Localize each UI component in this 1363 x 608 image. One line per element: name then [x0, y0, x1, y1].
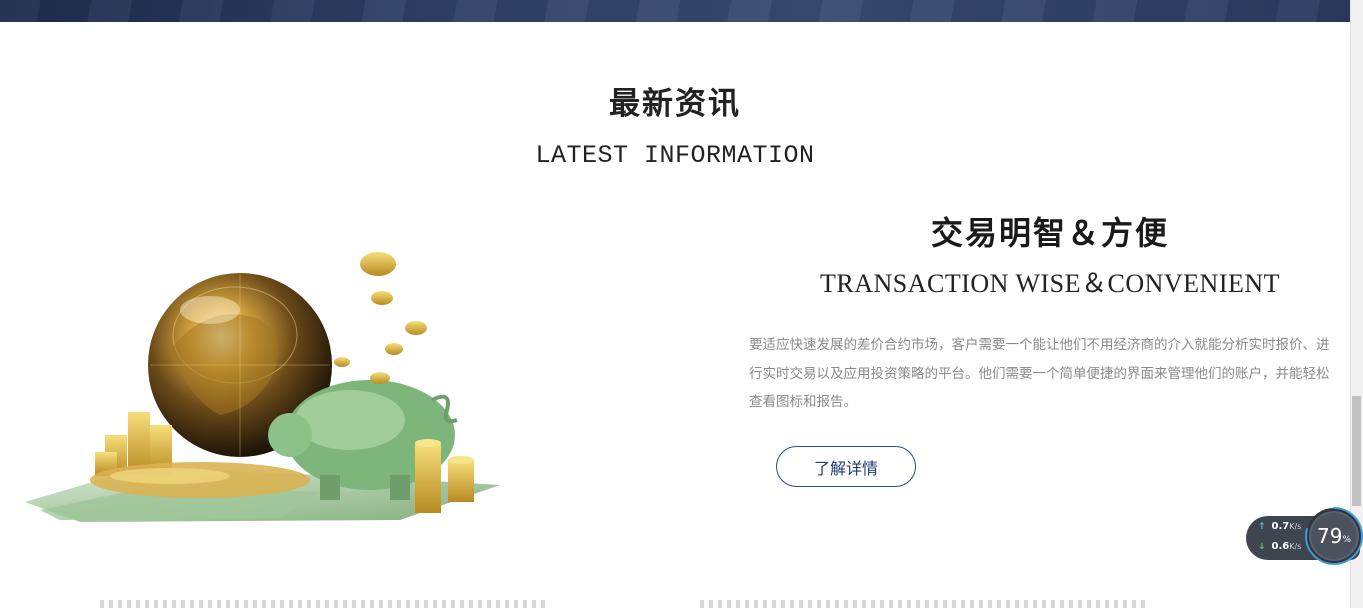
- upload-unit: K/s: [1289, 522, 1302, 531]
- finance-illustration: [20, 240, 520, 530]
- download-arrow-icon: ↓: [1258, 542, 1266, 552]
- section-subtitle: LATEST INFORMATION: [535, 141, 815, 170]
- feature-subtitle: TRANSACTION WISE＆CONVENIENT: [819, 269, 1281, 298]
- top-banner: [0, 0, 1350, 22]
- upload-speed: ↑ 0.7K/s: [1258, 521, 1301, 532]
- scrollbar-thumb[interactable]: [1352, 396, 1361, 506]
- next-section-hint: [700, 600, 1150, 608]
- section-title: 最新资讯: [609, 86, 741, 122]
- feature-title: 交易明智＆方便: [930, 214, 1169, 252]
- memory-percent: 79: [1316, 524, 1343, 548]
- memory-usage-gauge[interactable]: 79%: [1306, 508, 1362, 564]
- learn-more-button[interactable]: 了解详情: [776, 446, 916, 487]
- upload-value: 0.7: [1271, 521, 1290, 532]
- download-speed: ↓ 0.6K/s: [1258, 541, 1301, 552]
- download-unit: K/s: [1289, 542, 1302, 551]
- download-value: 0.6: [1271, 541, 1290, 552]
- next-section-hint: [100, 600, 550, 608]
- globe-coins-piggybank-icon: [25, 252, 500, 522]
- percent-sign: %: [1342, 535, 1351, 545]
- upload-arrow-icon: ↑: [1258, 522, 1266, 532]
- feature-description: 要适应快速发展的差价合约市场，客户需要一个能让他们不用经济商的介入就能分析实时报…: [749, 337, 1330, 410]
